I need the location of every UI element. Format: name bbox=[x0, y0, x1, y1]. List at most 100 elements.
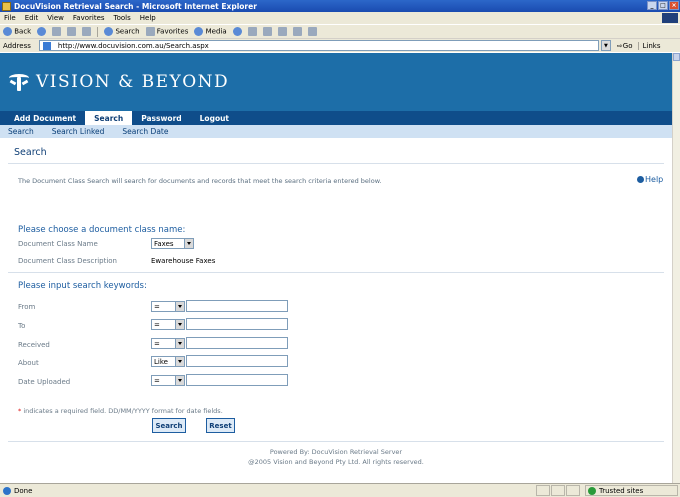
page-done-icon bbox=[3, 486, 11, 495]
page-title: Search bbox=[14, 147, 47, 158]
page-icon bbox=[42, 42, 51, 50]
keywords-section-title: Please input search keywords: bbox=[18, 281, 147, 291]
status-text: Done bbox=[0, 486, 32, 495]
security-zone: Trusted sites bbox=[585, 485, 678, 496]
print-icon[interactable] bbox=[262, 27, 272, 36]
window-controls: _ □ × bbox=[647, 1, 679, 10]
about-operator-select[interactable]: Like bbox=[151, 356, 185, 367]
toolbar-separator bbox=[97, 26, 99, 37]
ie-icon bbox=[2, 1, 11, 11]
forward-arrow-icon[interactable] bbox=[37, 27, 47, 36]
doc-class-desc-value: Ewarehouse Faxes bbox=[151, 257, 216, 265]
back-arrow-icon bbox=[3, 27, 12, 36]
received-label: Received bbox=[18, 341, 50, 349]
doc-class-select[interactable]: Faxes bbox=[151, 238, 194, 249]
links-button[interactable]: Links bbox=[638, 41, 660, 50]
edit-icon[interactable] bbox=[277, 27, 287, 36]
address-url: http://www.docuvision.com.au/Search.aspx bbox=[57, 41, 209, 50]
help-icon bbox=[637, 176, 644, 183]
search-submit-button[interactable]: Search bbox=[152, 418, 186, 433]
back-button[interactable]: Back bbox=[3, 27, 31, 36]
sub-nav: Search Search Linked Search Date bbox=[0, 125, 672, 138]
footer-powered-by: Powered By: DocuVision Retrieval Server bbox=[269, 448, 403, 456]
windows-flag-icon bbox=[662, 13, 678, 23]
section-divider bbox=[8, 272, 664, 273]
window-titlebar: DocuVision Retrieval Search - Microsoft … bbox=[0, 0, 680, 12]
nav-logout[interactable]: Logout bbox=[191, 111, 238, 125]
chevron-down-icon bbox=[175, 320, 184, 329]
menu-edit[interactable]: Edit bbox=[25, 14, 39, 22]
chevron-down-icon bbox=[184, 239, 193, 248]
vision-beyond-logo-icon bbox=[8, 71, 30, 93]
doc-class-name-label: Document Class Name bbox=[18, 240, 98, 248]
address-input[interactable]: http://www.docuvision.com.au/Search.aspx bbox=[38, 40, 599, 51]
history-icon[interactable] bbox=[232, 27, 242, 36]
status-bar: Done Trusted sites bbox=[0, 483, 680, 497]
heading-divider bbox=[8, 163, 664, 164]
from-operator-select[interactable]: = bbox=[151, 301, 185, 312]
received-input[interactable] bbox=[186, 337, 288, 349]
brand-name: VISION & BEYOND bbox=[36, 72, 230, 92]
about-label: About bbox=[18, 359, 39, 367]
go-button[interactable]: ⇨Go bbox=[617, 42, 633, 50]
reset-button[interactable]: Reset bbox=[206, 418, 235, 433]
menu-file[interactable]: File bbox=[4, 14, 16, 22]
menu-help[interactable]: Help bbox=[140, 14, 156, 22]
date-uploaded-operator-select[interactable]: = bbox=[151, 375, 185, 386]
address-label: Address bbox=[3, 41, 31, 50]
page-scrollbar[interactable] bbox=[672, 53, 680, 483]
address-dropdown-icon[interactable]: ▼ bbox=[600, 40, 611, 51]
intro-text: The Document Class Search will search fo… bbox=[18, 177, 382, 185]
to-input[interactable] bbox=[186, 318, 288, 330]
menu-favorites[interactable]: Favorites bbox=[73, 14, 105, 22]
chevron-down-icon bbox=[175, 339, 184, 348]
received-operator-select[interactable]: = bbox=[151, 338, 185, 349]
about-input[interactable] bbox=[186, 355, 288, 367]
search-button[interactable]: Search bbox=[104, 27, 140, 36]
mail-icon[interactable] bbox=[247, 27, 257, 36]
chevron-down-icon bbox=[175, 357, 184, 366]
subnav-search-date[interactable]: Search Date bbox=[122, 127, 168, 136]
menu-view[interactable]: View bbox=[47, 14, 64, 22]
close-button[interactable]: × bbox=[669, 1, 679, 10]
minimize-button[interactable]: _ bbox=[647, 1, 657, 10]
site-banner: VISION & BEYOND bbox=[0, 53, 672, 111]
search-icon bbox=[104, 27, 114, 36]
favorites-icon bbox=[145, 27, 155, 36]
doc-class-section-title: Please choose a document class name: bbox=[18, 225, 186, 235]
to-label: To bbox=[18, 322, 26, 330]
chevron-down-icon bbox=[175, 302, 184, 311]
from-label: From bbox=[18, 303, 36, 311]
stop-icon[interactable] bbox=[52, 27, 62, 36]
refresh-icon[interactable] bbox=[67, 27, 77, 36]
nav-password[interactable]: Password bbox=[132, 111, 190, 125]
messenger-icon[interactable] bbox=[307, 27, 317, 36]
trusted-sites-icon bbox=[588, 486, 596, 495]
scrollbar-up-button[interactable] bbox=[673, 53, 680, 61]
from-input[interactable] bbox=[186, 300, 288, 312]
help-link[interactable]: Help bbox=[637, 175, 663, 184]
subnav-search[interactable]: Search bbox=[8, 127, 34, 136]
date-uploaded-input[interactable] bbox=[186, 374, 288, 386]
window-title: DocuVision Retrieval Search - Microsoft … bbox=[14, 1, 257, 11]
nav-add-document[interactable]: Add Document bbox=[5, 111, 85, 125]
address-bar: Address http://www.docuvision.com.au/Sea… bbox=[0, 38, 680, 52]
media-button[interactable]: Media bbox=[194, 27, 227, 36]
favorites-button[interactable]: Favorites bbox=[145, 27, 188, 36]
date-uploaded-label: Date Uploaded bbox=[18, 378, 71, 386]
status-cells bbox=[536, 485, 580, 496]
to-operator-select[interactable]: = bbox=[151, 319, 185, 330]
home-icon[interactable] bbox=[82, 27, 92, 36]
menu-tools[interactable]: Tools bbox=[114, 14, 131, 22]
main-nav: Add Document Search Password Logout bbox=[0, 111, 672, 125]
subnav-search-linked[interactable]: Search Linked bbox=[52, 127, 105, 136]
discuss-icon[interactable] bbox=[292, 27, 302, 36]
doc-class-desc-label: Document Class Description bbox=[18, 257, 117, 265]
footer-divider bbox=[8, 441, 664, 442]
required-note: * indicates a required field. DD/MM/YYYY… bbox=[18, 407, 223, 415]
media-icon bbox=[194, 27, 204, 36]
maximize-button[interactable]: □ bbox=[658, 1, 668, 10]
browser-toolbar: Back Search Favorites Media bbox=[0, 24, 680, 38]
menu-bar: File Edit View Favorites Tools Help bbox=[0, 12, 680, 24]
nav-search[interactable]: Search bbox=[85, 111, 133, 125]
